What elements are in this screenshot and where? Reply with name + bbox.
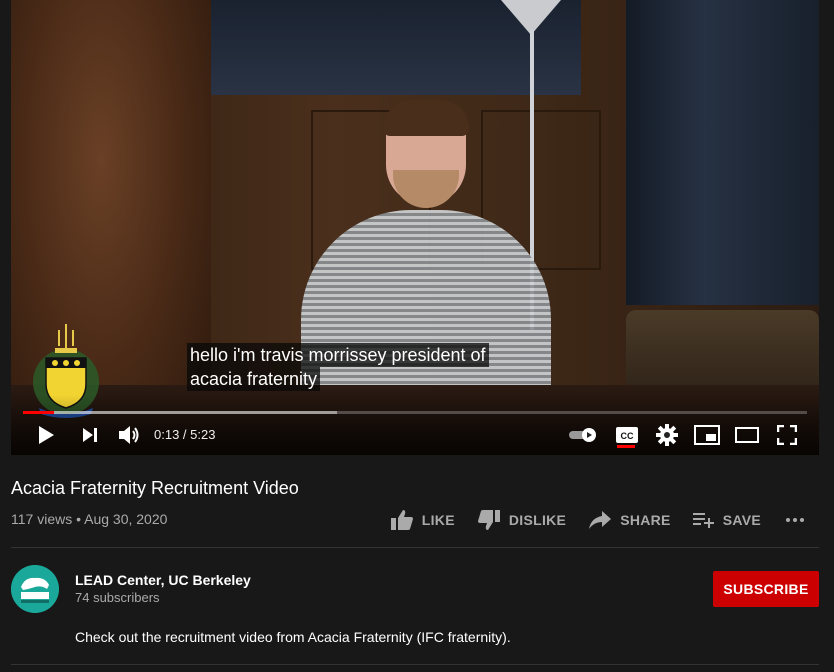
subtitle-line: acacia fraternity [187, 367, 321, 391]
fullscreen-button[interactable] [774, 422, 800, 448]
channel-avatar[interactable] [11, 565, 59, 613]
share-label: SHARE [620, 512, 671, 528]
volume-icon [119, 426, 139, 444]
video-player[interactable]: hello i'm travis morrissey president of … [11, 0, 819, 455]
svg-text:CC: CC [621, 431, 634, 441]
miniplayer-icon [694, 425, 720, 445]
progress-bar[interactable] [23, 411, 807, 414]
video-views-date: 117 views • Aug 30, 2020 [11, 511, 168, 527]
dislike-button[interactable]: DISLIKE [477, 509, 566, 531]
fullscreen-icon [777, 425, 797, 445]
video-actions: LIKE DISLIKE SHARE SAVE [368, 506, 813, 534]
settings-button[interactable] [654, 422, 680, 448]
play-icon [39, 426, 54, 444]
save-button[interactable]: SAVE [692, 511, 761, 529]
dislike-label: DISLIKE [508, 512, 567, 528]
video-description: Check out the recruitment video from Aca… [75, 629, 511, 645]
autoplay-toggle-icon [569, 428, 596, 442]
save-label: SAVE [722, 512, 761, 528]
playlist-add-icon [692, 513, 714, 528]
share-button[interactable]: SHARE [588, 510, 671, 530]
thumbs-down-icon [477, 510, 500, 530]
more-horizontal-icon [786, 518, 804, 522]
video-frame[interactable]: hello i'm travis morrissey president of … [11, 0, 819, 455]
like-label: LIKE [421, 512, 455, 528]
more-actions-button[interactable] [785, 517, 813, 523]
volume-button[interactable] [116, 422, 142, 448]
progress-played [23, 411, 55, 414]
like-button[interactable]: LIKE [390, 509, 455, 531]
video-title: Acacia Fraternity Recruitment Video [11, 478, 299, 498]
video-curtain-right [626, 0, 819, 305]
subscribe-button[interactable]: SUBSCRIBE [713, 571, 819, 607]
captions-active-indicator [617, 445, 635, 448]
progress-buffered [23, 411, 337, 414]
settings-icon [656, 424, 678, 446]
section-divider [11, 664, 819, 665]
theater-icon [735, 427, 759, 443]
autoplay-toggle[interactable] [567, 422, 599, 448]
subtitle-line: hello i'm travis morrissey president of [187, 343, 489, 367]
speaker-beard [393, 170, 459, 208]
theater-mode-button[interactable] [733, 422, 761, 448]
subscriber-count: 74 subscribers [75, 590, 160, 605]
cc-icon: CC [616, 427, 638, 443]
share-arrow-icon [589, 511, 612, 529]
time-display: 0:13 / 5:23 [154, 427, 216, 442]
subtitle-overlay: hello i'm travis morrissey president of … [187, 343, 489, 391]
bear-logo-icon [11, 565, 59, 613]
speaker-hair [383, 100, 469, 136]
miniplayer-button[interactable] [693, 422, 721, 448]
section-divider [11, 547, 819, 548]
play-button[interactable] [35, 422, 57, 448]
next-icon [83, 428, 97, 442]
thumbs-up-icon [390, 510, 413, 530]
next-button[interactable] [79, 422, 101, 448]
channel-name[interactable]: LEAD Center, UC Berkeley [75, 572, 251, 588]
